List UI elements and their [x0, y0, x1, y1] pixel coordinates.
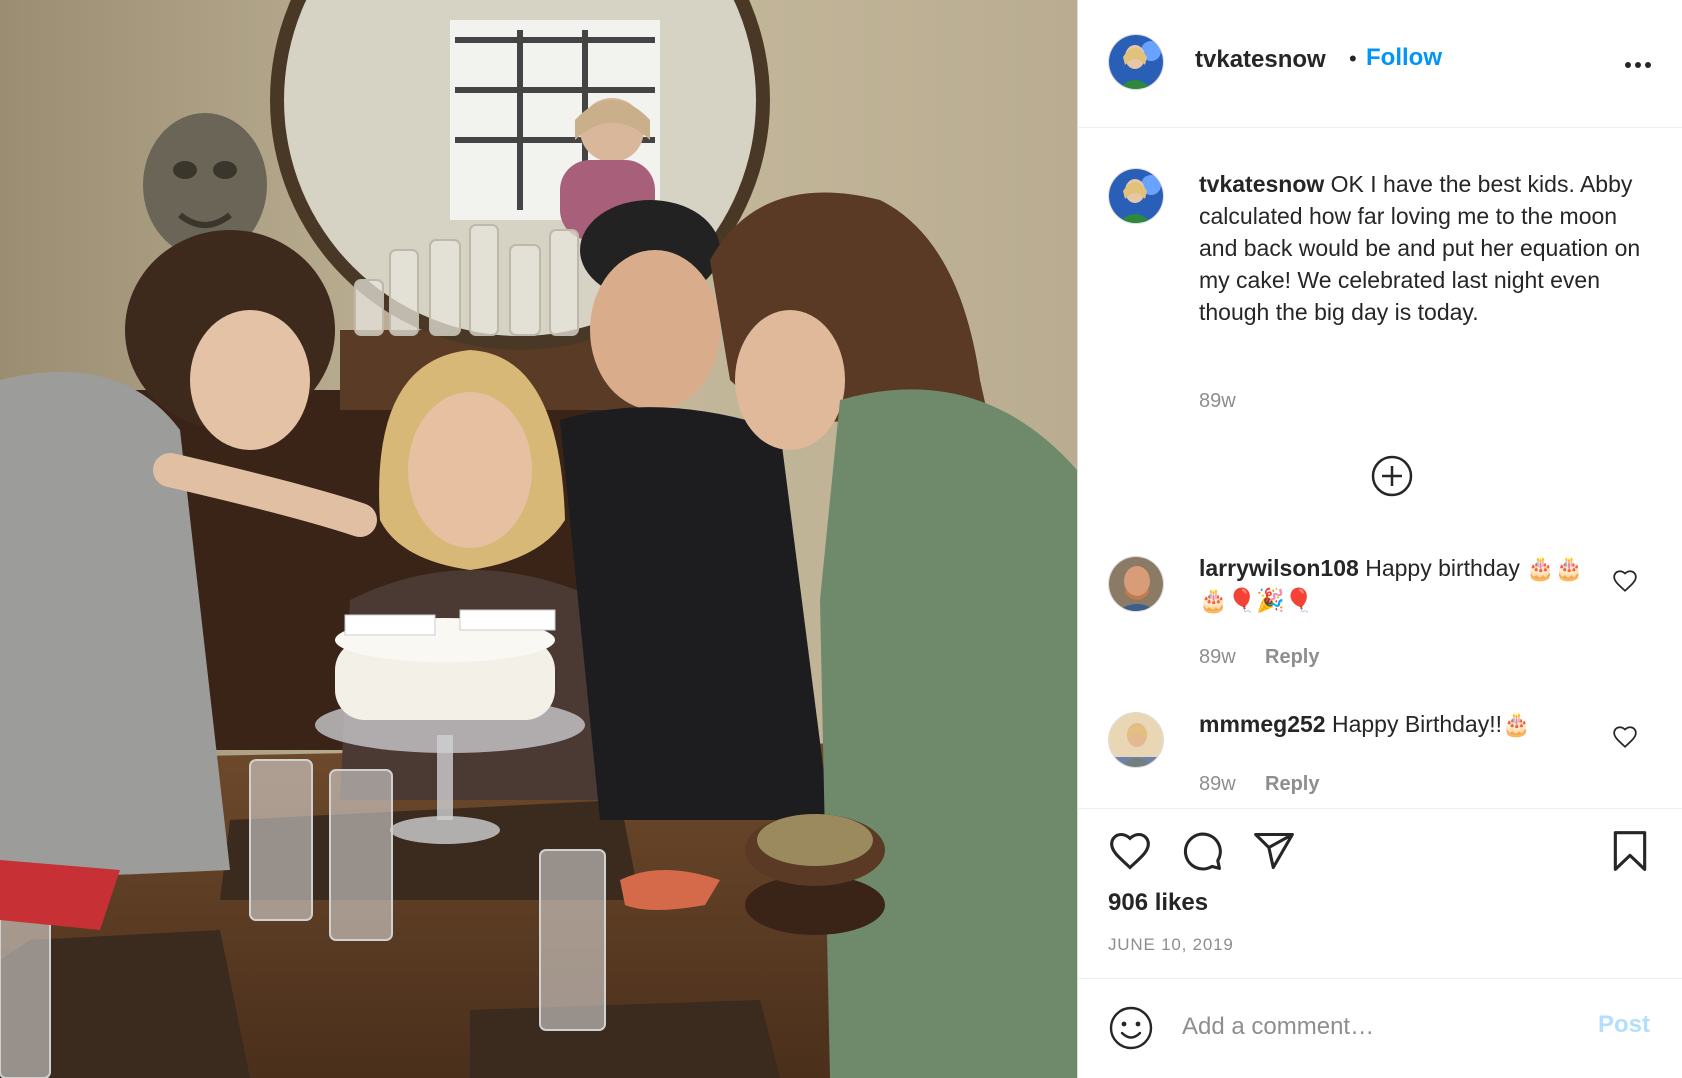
author-username[interactable]: tvkatesnow [1195, 46, 1326, 74]
comment-username[interactable]: mmmeg252 [1199, 711, 1326, 737]
save-button[interactable] [1608, 829, 1652, 873]
commenter-avatar-mmmeg252[interactable] [1108, 712, 1164, 768]
post-comment-button[interactable]: Post [1598, 1011, 1650, 1039]
like-button[interactable] [1108, 829, 1152, 873]
caption-timestamp[interactable]: 89w [1199, 390, 1236, 413]
more-options-button[interactable] [1621, 48, 1655, 82]
smiley-icon [1109, 1006, 1153, 1050]
like-comment-button[interactable] [1612, 568, 1638, 594]
like-comment-button[interactable] [1612, 724, 1638, 750]
post-date[interactable]: JUNE 10, 2019 [1108, 935, 1234, 955]
post-side-panel: tvkatesnow • Follow tvkatesnow OK I have… [1077, 0, 1682, 1078]
caption-username[interactable]: tvkatesnow [1199, 171, 1324, 197]
comment-text: Happy Birthday!!🎂 [1331, 711, 1531, 737]
bookmark-icon [1613, 831, 1647, 871]
heart-outline-icon [1613, 726, 1637, 748]
comment-button[interactable] [1180, 829, 1224, 873]
comment-timestamp[interactable]: 89w [1199, 773, 1236, 796]
load-more-comments-button[interactable] [1370, 454, 1414, 498]
commenter-avatar-image [1109, 713, 1163, 767]
comments-list[interactable]: tvkatesnow OK I have the best kids. Abby… [1078, 128, 1682, 808]
post-photo[interactable] [0, 0, 1077, 1078]
author-avatar-image [1109, 35, 1163, 89]
comment-item: larrywilson108 Happy birthday 🎂🎂🎂🎈🎉🎈 [1199, 552, 1599, 616]
comment-icon [1183, 832, 1222, 871]
post-actions: 906 likes JUNE 10, 2019 [1078, 808, 1682, 978]
plus-circle-icon [1371, 455, 1413, 497]
birthday-photo-illustration [0, 0, 1077, 1078]
commenter-avatar-image [1109, 557, 1163, 611]
share-button[interactable] [1252, 829, 1296, 873]
caption-avatar-image [1109, 169, 1163, 223]
more-horizontal-icon [1625, 62, 1651, 68]
reply-button[interactable]: Reply [1265, 773, 1319, 796]
comment-input[interactable] [1180, 1003, 1564, 1051]
commenter-avatar-larrywilson108[interactable] [1108, 556, 1164, 612]
caption-avatar[interactable] [1108, 168, 1164, 224]
comment-username[interactable]: larrywilson108 [1199, 555, 1359, 581]
heart-outline-icon [1613, 570, 1637, 592]
add-comment-bar: Post [1078, 978, 1682, 1078]
author-avatar[interactable] [1108, 34, 1164, 90]
emoji-picker-button[interactable] [1108, 1005, 1154, 1051]
follow-button[interactable]: Follow [1366, 44, 1442, 72]
comment-item: mmmeg252 Happy Birthday!!🎂 [1199, 708, 1599, 740]
comment-timestamp[interactable]: 89w [1199, 646, 1236, 669]
header-separator-dot: • [1349, 46, 1357, 71]
paper-plane-icon [1254, 832, 1294, 870]
post-header: tvkatesnow • Follow [1078, 0, 1682, 128]
reply-button[interactable]: Reply [1265, 646, 1319, 669]
caption: tvkatesnow OK I have the best kids. Abby… [1199, 168, 1649, 328]
heart-icon [1110, 832, 1150, 870]
likes-count[interactable]: 906 likes [1108, 889, 1208, 917]
